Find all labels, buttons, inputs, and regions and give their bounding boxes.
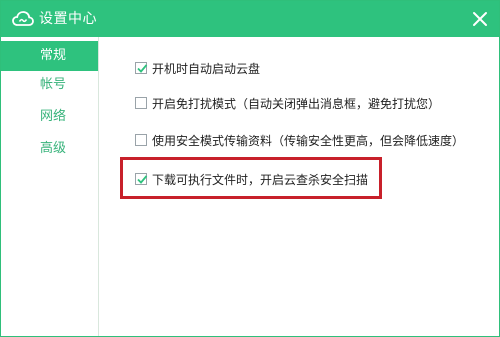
autostart-checkbox[interactable] — [135, 62, 148, 74]
sidebar-item-advanced[interactable]: 高级 — [1, 134, 98, 164]
sidebar-item-account[interactable]: 帐号 — [1, 70, 98, 100]
sidebar-item-label: 网络 — [40, 109, 67, 124]
do-not-disturb-checkbox[interactable] — [135, 97, 147, 109]
close-icon — [473, 12, 487, 26]
sidebar-item-label: 帐号 — [40, 77, 67, 92]
option-label: 使用安全模式传输资料（传输安全性更高，但会降低速度） — [152, 134, 465, 148]
option-label: 开启免打扰模式（自动关闭弹出消息框，避免打扰您） — [152, 97, 441, 111]
sidebar-item-network[interactable]: 网络 — [1, 102, 98, 132]
checkmark-icon — [137, 64, 148, 73]
sidebar-item-label: 高级 — [40, 141, 67, 156]
window-title: 设置中心 — [39, 11, 97, 27]
sidebar: 常规 帐号 网络 高级 — [1, 37, 99, 336]
sidebar-item-label: 常规 — [40, 48, 67, 63]
settings-window: 设置中心 常规 帐号 网络 高级 开机时自动启动云盘 开启免打扰模式（自动关闭弹… — [0, 0, 500, 337]
sidebar-item-general[interactable]: 常规 — [1, 41, 98, 71]
cloud-icon — [12, 10, 34, 28]
title-bar: 设置中心 — [1, 1, 499, 37]
option-label: 开机时自动启动云盘 — [152, 62, 261, 76]
safe-transfer-checkbox[interactable] — [135, 134, 147, 146]
highlight-box — [120, 157, 382, 199]
close-button[interactable] — [469, 8, 491, 30]
